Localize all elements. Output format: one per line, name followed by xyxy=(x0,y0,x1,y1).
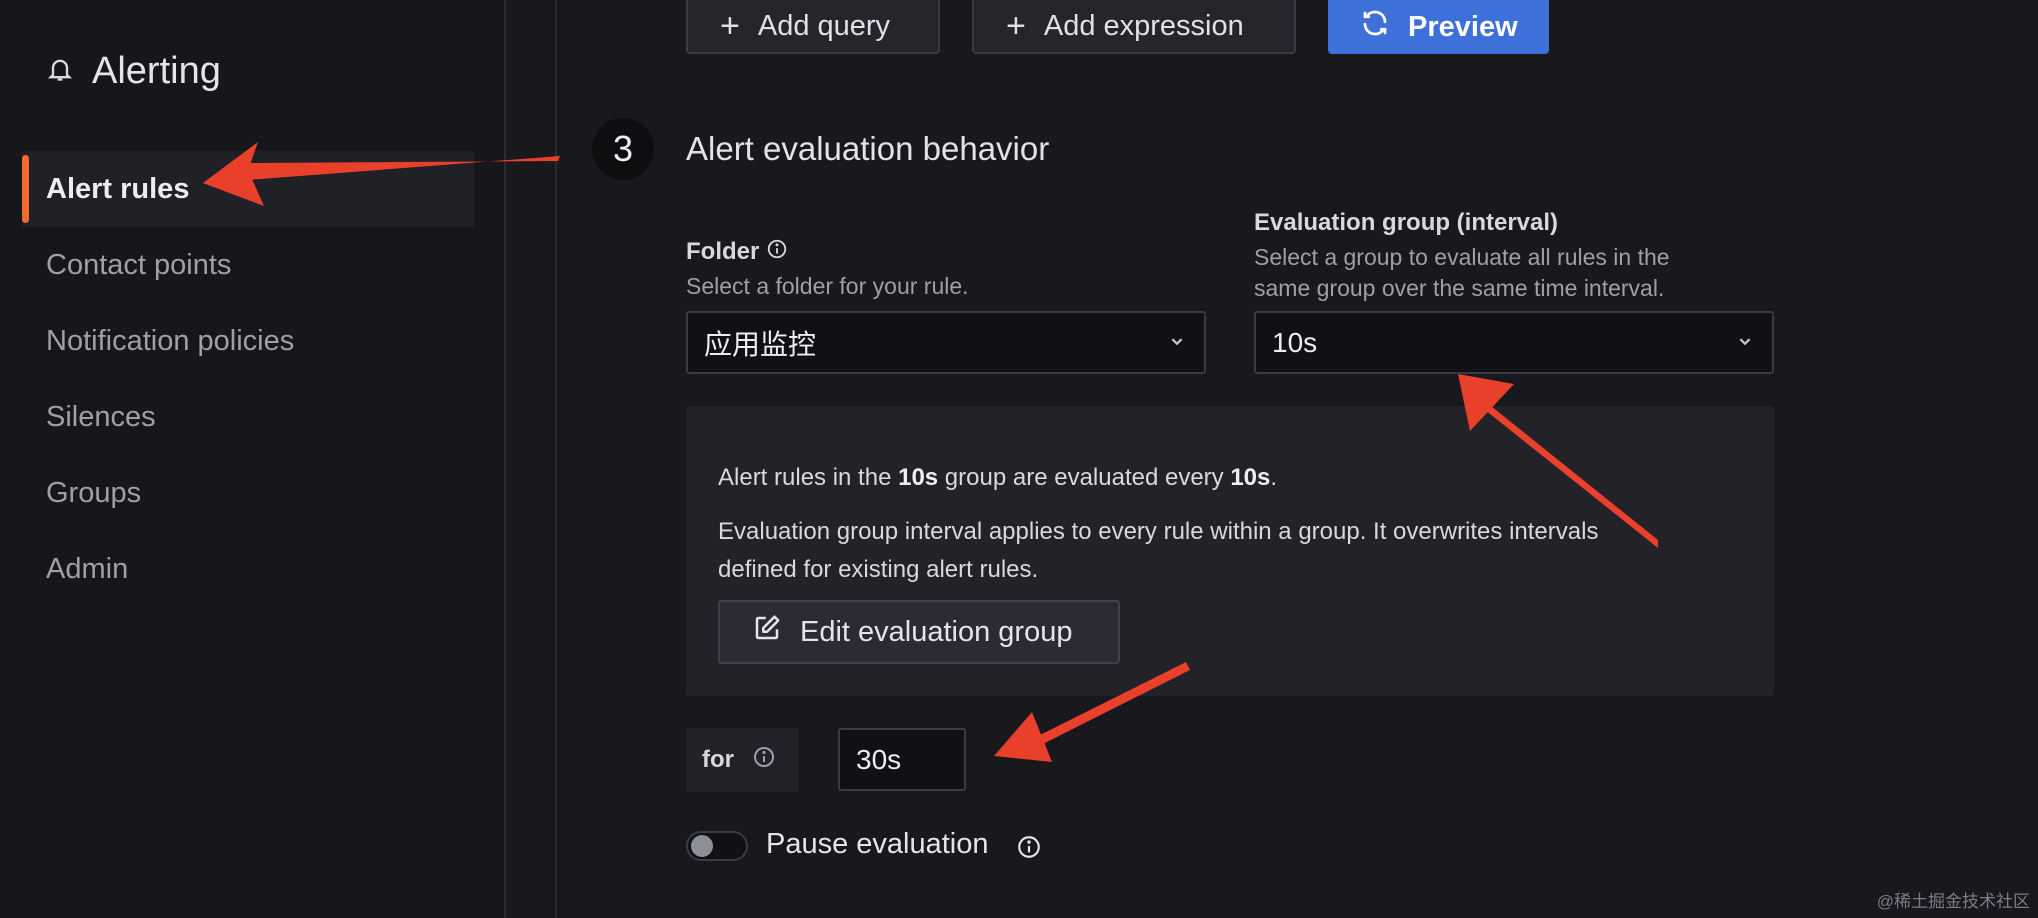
evaluation-group-description: Select a group to evaluate all rules in … xyxy=(1254,242,1670,304)
preview-button[interactable]: Preview xyxy=(1328,0,1549,54)
evaluation-info-detail: defined for existing alert rules. xyxy=(718,556,1039,583)
add-expression-label: Add expression xyxy=(1043,9,1244,42)
evaluation-group-select[interactable]: 10s xyxy=(1254,311,1774,374)
evaluation-group-description-line: Select a group to evaluate all rules in … xyxy=(1254,244,1670,270)
folder-label: Folder xyxy=(686,238,788,267)
add-query-button[interactable]: + Add query xyxy=(686,0,940,54)
add-expression-button[interactable]: + Add expression xyxy=(972,0,1296,54)
section-title: Alert evaluation behavior xyxy=(686,130,1050,167)
info-text: group are evaluated every xyxy=(938,464,1231,491)
sidebar-item-label: Silences xyxy=(46,400,156,433)
pause-evaluation-label: Pause evaluation xyxy=(766,828,989,860)
step-number: 3 xyxy=(592,118,654,180)
sidebar-item-label: Admin xyxy=(46,552,129,585)
bell-icon xyxy=(46,50,74,93)
pause-evaluation-toggle[interactable] xyxy=(686,831,748,861)
pending-period-input[interactable]: 30s xyxy=(838,728,966,791)
sidebar-item-label: Contact points xyxy=(46,248,232,281)
content-divider xyxy=(555,0,557,918)
folder-description: Select a folder for your rule. xyxy=(686,273,969,299)
evaluation-info-detail: Evaluation group interval applies to eve… xyxy=(718,518,1599,545)
sidebar-title: Alerting xyxy=(92,50,221,92)
refresh-icon xyxy=(1360,8,1390,46)
evaluation-info-box: Alert rules in the 10s group are evaluat… xyxy=(686,406,1774,696)
add-query-label: Add query xyxy=(757,9,891,42)
info-icon[interactable] xyxy=(766,238,788,267)
sidebar-item-notification-policies[interactable]: Notification policies xyxy=(22,303,474,379)
sidebar-item-label: Groups xyxy=(46,476,142,509)
pending-period-label-text: for xyxy=(702,746,734,773)
annotation-arrow-head xyxy=(994,712,1052,762)
folder-select-value: 应用监控 xyxy=(704,328,817,360)
watermark: @稀土掘金技术社区 xyxy=(1876,892,2030,911)
info-icon[interactable] xyxy=(1016,834,1042,865)
evaluation-info-summary: Alert rules in the 10s group are evaluat… xyxy=(718,459,1277,497)
info-text: . xyxy=(1270,464,1278,491)
evaluation-group-label: Evaluation group (interval) xyxy=(1254,209,1559,236)
sidebar-header: Alerting xyxy=(46,50,221,93)
sidebar-item-label: Notification policies xyxy=(46,324,295,357)
chevron-down-icon xyxy=(1166,327,1188,359)
info-interval-value: 10s xyxy=(1230,464,1271,491)
sidebar: Alerting Alert rules Contact points Noti… xyxy=(0,0,506,918)
sidebar-item-groups[interactable]: Groups xyxy=(22,455,474,531)
evaluation-group-select-value: 10s xyxy=(1272,326,1318,358)
plus-icon: + xyxy=(1006,7,1026,45)
info-text: Alert rules in the xyxy=(718,464,899,491)
folder-select[interactable]: 应用监控 xyxy=(686,311,1206,374)
preview-label: Preview xyxy=(1408,10,1518,43)
plus-icon: + xyxy=(720,7,740,45)
evaluation-group-description-line: same group over the same time interval. xyxy=(1254,275,1665,301)
sidebar-item-contact-points[interactable]: Contact points xyxy=(22,227,474,303)
sidebar-item-silences[interactable]: Silences xyxy=(22,379,474,455)
edit-icon xyxy=(752,613,782,651)
chevron-down-icon xyxy=(1734,327,1756,359)
toggle-knob xyxy=(691,835,713,857)
info-group-value: 10s xyxy=(898,464,939,491)
edit-evaluation-group-button[interactable]: Edit evaluation group xyxy=(718,600,1120,664)
edit-evaluation-group-label: Edit evaluation group xyxy=(800,615,1073,648)
sidebar-item-label: Alert rules xyxy=(46,172,190,205)
info-icon[interactable] xyxy=(752,745,776,776)
pending-period-label: for xyxy=(686,728,798,792)
sidebar-item-admin[interactable]: Admin xyxy=(22,531,474,607)
folder-label-text: Folder xyxy=(686,238,760,265)
sidebar-item-alert-rules[interactable]: Alert rules xyxy=(22,151,474,227)
